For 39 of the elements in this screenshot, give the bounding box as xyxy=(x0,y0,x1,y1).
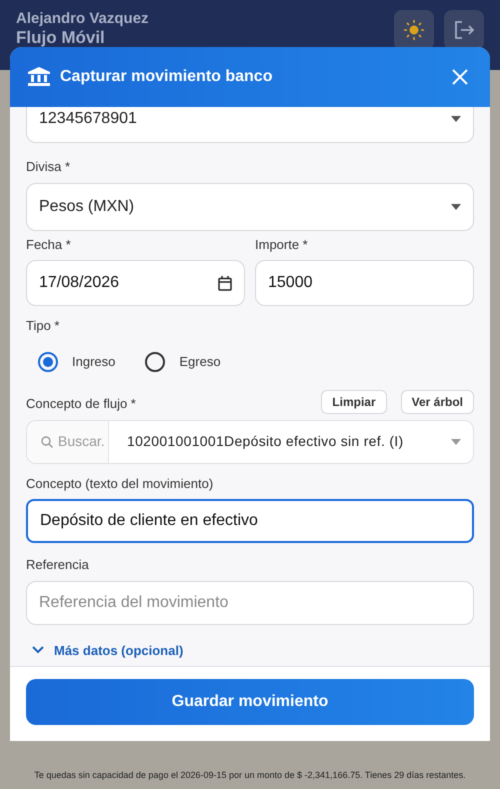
field-label: Concepto de flujo * xyxy=(26,395,136,413)
selected-concept: 102001001001Depósito efectivo sin ref. (I) xyxy=(127,432,404,451)
action-button[interactable]: Ver árbol xyxy=(400,390,474,414)
logout-icon xyxy=(453,19,475,41)
save-button[interactable]: Guardar movimiento xyxy=(26,679,474,725)
field-label: Concepto (texto del movimiento) xyxy=(26,474,214,493)
concept-select[interactable]: Buscar. 102001001001Depósito efectivo sin ref. (I) xyxy=(26,420,474,464)
payment-notice: Te quedas sin capacidad de pago el 2026-09-15 por un monto de $ -2,341,166.75. Tienes 29 días restantes. xyxy=(34,770,466,780)
account-select[interactable]: 12345678901 xyxy=(26,107,474,143)
search-icon xyxy=(41,436,53,448)
radio-option[interactable]: Ingreso xyxy=(38,352,116,372)
field-label: Fecha * xyxy=(26,236,72,254)
currency-select[interactable]: Pesos (MXN) xyxy=(26,182,474,230)
field-label: Tipo * xyxy=(26,317,60,335)
sun-icon xyxy=(404,20,424,40)
user-name: Alejandro Vazquez xyxy=(16,10,149,29)
theme-button[interactable] xyxy=(394,10,434,50)
field-label: Referencia xyxy=(26,556,90,574)
chevron-icon xyxy=(32,646,44,654)
caret-icon xyxy=(451,438,461,444)
bank-icon xyxy=(28,67,50,87)
radio-button[interactable] xyxy=(38,352,58,372)
logout-button[interactable] xyxy=(444,10,484,50)
close-icon xyxy=(452,69,468,85)
concept-field[interactable]: Depósito de cliente en efectivo xyxy=(26,499,474,543)
action-button[interactable]: Limpiar xyxy=(321,390,387,414)
reference-field[interactable]: Referencia del movimiento xyxy=(26,580,474,624)
field-label: Importe * xyxy=(255,236,309,254)
radio-option[interactable]: Egreso xyxy=(145,352,221,372)
radio-button[interactable] xyxy=(145,352,166,372)
more-data-toggle[interactable]: Más datos (opcional) xyxy=(32,640,184,660)
app-title: Flujo Móvil xyxy=(16,28,106,47)
modal-title: Capturar movimiento banco xyxy=(60,67,272,87)
field-label: Divisa * xyxy=(26,158,72,176)
calendar-icon xyxy=(218,276,232,290)
caret-icon xyxy=(451,204,461,210)
caret-icon xyxy=(451,116,461,122)
date-field[interactable]: 17/08/2026 xyxy=(26,260,245,306)
amount-field[interactable]: 15000 xyxy=(255,260,474,306)
